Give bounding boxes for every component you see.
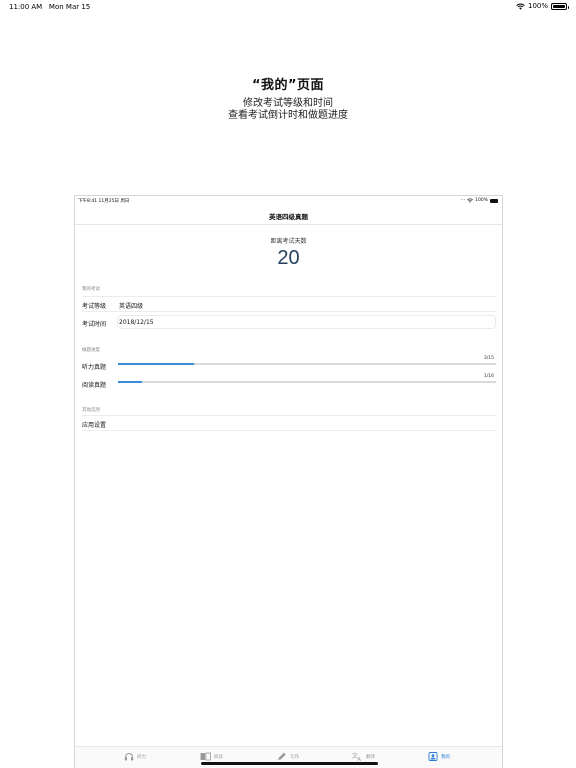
exam-date-row[interactable]: 考试时间 2018/12/15 — [82, 314, 496, 330]
tab-listening-label: 听力 — [137, 754, 146, 760]
inner-status-time: 下午8:41 11月25日 周日 — [78, 199, 130, 204]
reading-progress-bar — [118, 381, 496, 383]
svg-text:A: A — [358, 757, 362, 761]
tab-writing[interactable]: 写作 — [277, 752, 299, 761]
inner-status-bar: 下午8:41 11月25日 周日 ··· 100% — [75, 196, 502, 206]
home-indicator — [201, 762, 378, 765]
battery-icon — [551, 2, 569, 10]
section-my-exam: 我的考试 — [82, 287, 100, 292]
tab-reading[interactable]: 阅读 — [200, 752, 223, 761]
exam-level-row[interactable]: 考试等级 英语四级 — [82, 296, 496, 312]
exam-date-label: 考试时间 — [82, 321, 107, 328]
tab-bar: 听力 阅读 写作 文 A 翻译 我的 — [75, 746, 502, 768]
inner-signal-icon: ··· — [460, 198, 466, 203]
exam-date-value[interactable]: 2018/12/15 — [119, 319, 154, 326]
tab-listening[interactable]: 听力 — [124, 752, 146, 761]
tab-reading-label: 阅读 — [214, 754, 223, 760]
listening-label: 听力真题 — [82, 364, 107, 371]
listening-count: 3/15 — [483, 356, 494, 361]
app-settings-row[interactable]: 应用设置 — [82, 415, 496, 431]
nav-divider — [75, 224, 502, 225]
headphones-icon — [124, 753, 134, 761]
nav-title: 英语四级真题 — [269, 213, 308, 221]
translate-icon: 文 A — [352, 752, 362, 761]
tab-translation[interactable]: 文 A 翻译 — [352, 752, 375, 761]
tab-mine-label: 我的 — [441, 754, 450, 760]
status-bar: 11:00 AM Mon Mar 15 100% — [0, 0, 576, 14]
inner-battery-percent: 100% — [475, 198, 488, 203]
listening-progress-row[interactable]: 听力真题 3/15 — [82, 355, 496, 373]
caption-line-2: 查看考试倒计时和做题进度 — [228, 110, 348, 121]
inner-status-right: ··· 100% — [461, 198, 498, 203]
inner-wifi-icon — [467, 198, 474, 203]
reading-count: 1/16 — [483, 374, 494, 379]
listening-progress-fill — [118, 363, 194, 365]
countdown-value: 20 — [277, 247, 300, 269]
status-right: 100% — [516, 2, 569, 10]
exam-date-field[interactable] — [117, 315, 496, 329]
battery-percent: 100% — [527, 2, 548, 10]
reading-progress-fill — [118, 381, 142, 383]
reading-progress-row[interactable]: 阅读真题 1/16 — [82, 373, 496, 391]
exam-level-label: 考试等级 — [82, 303, 107, 310]
wifi-icon — [516, 3, 525, 10]
exam-level-value[interactable]: 英语四级 — [119, 301, 143, 310]
profile-icon — [428, 752, 438, 761]
caption-title: “我的”页面 — [251, 78, 325, 93]
app-settings-label: 应用设置 — [82, 422, 107, 429]
tab-writing-label: 写作 — [290, 754, 299, 760]
countdown-label: 距离考试天数 — [270, 238, 307, 245]
reading-label: 阅读真题 — [82, 382, 107, 389]
pencil-icon — [278, 752, 286, 760]
section-progress: 做题进度 — [82, 348, 100, 353]
device-frame: 下午8:41 11月25日 周日 ··· 100% 英语四级真题 距离考试天数 … — [74, 195, 503, 768]
tab-mine[interactable]: 我的 — [428, 752, 450, 761]
section-other: 其他选项 — [82, 408, 100, 413]
status-time: 11:00 AM Mon Mar 15 — [9, 3, 91, 11]
listening-progress-bar — [118, 363, 496, 365]
tab-translation-label: 翻译 — [366, 754, 375, 760]
inner-battery-icon — [490, 198, 498, 203]
book-icon — [200, 752, 211, 761]
